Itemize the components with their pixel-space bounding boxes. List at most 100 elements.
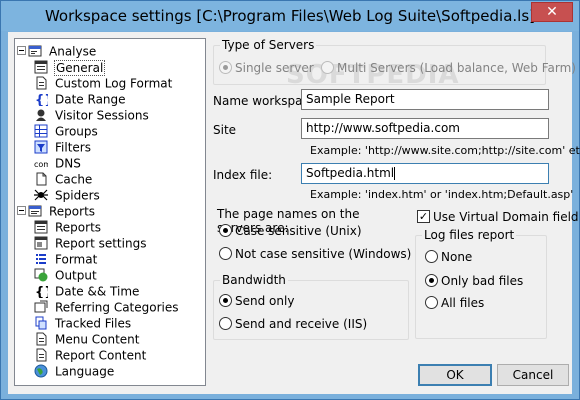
log-only-bad-files-radio[interactable]: Only bad files: [425, 273, 523, 289]
tree-item-visitor-sessions[interactable]: Visitor Sessions: [34, 107, 149, 123]
index-file-value: Softpedia.html: [306, 166, 395, 180]
tree-item-report-content[interactable]: Report Content: [34, 347, 146, 363]
tree-item-label: DNS: [55, 156, 81, 171]
menu-content-icon: [34, 332, 48, 346]
tree-item-report-settings[interactable]: Report settings: [34, 235, 146, 251]
tree-item-label: Cache: [55, 172, 93, 187]
dialog-client-area: Analyse General Custom Log Format {} Date…: [8, 32, 580, 394]
index-file-label: Index file:: [213, 168, 273, 182]
groups-icon: [34, 124, 48, 138]
tree-item-label: Groups: [55, 124, 98, 139]
tracked-files-icon: [34, 316, 48, 330]
language-icon: [34, 364, 48, 378]
referring-categories-icon: [34, 300, 48, 314]
index-file-input[interactable]: Softpedia.html: [301, 163, 549, 184]
case-sensitive-radio[interactable]: Case sensitive (Unix): [219, 223, 362, 239]
tree-item-custom-log-format[interactable]: Custom Log Format: [34, 75, 172, 91]
checkmark-icon: ✓: [417, 210, 430, 223]
window-title: Workspace settings [C:\Program Files\Web…: [44, 7, 536, 25]
bandwidth-title: Bandwidth: [220, 273, 288, 287]
tree-item-language[interactable]: Language: [34, 363, 114, 379]
report-settings-icon: [34, 236, 48, 250]
text-caret: [394, 167, 396, 180]
settings-tree[interactable]: Analyse General Custom Log Format {} Date…: [14, 38, 206, 386]
tree-item-referring-categories[interactable]: Referring Categories: [34, 299, 179, 315]
tree-item-label: Date && Time: [55, 284, 140, 299]
tree-item-groups[interactable]: Groups: [34, 123, 98, 139]
index-example-text: Example: 'index.htm' or 'index.htm;Defau…: [310, 188, 574, 201]
svg-text:com: com: [34, 160, 48, 169]
title-bar[interactable]: Workspace settings [C:\Program Files\Web…: [1, 1, 579, 31]
collapse-analyse-icon[interactable]: [17, 46, 26, 55]
date-range-icon: {}: [34, 92, 54, 108]
single-server-radio[interactable]: Single server: [219, 60, 314, 76]
tree-item-label: Spiders: [55, 188, 100, 203]
tree-item-reports[interactable]: Reports: [34, 219, 101, 235]
custom-log-format-icon: [34, 76, 48, 90]
tree-group-label: Reports: [49, 204, 96, 219]
tree-item-dns[interactable]: com DNS: [34, 155, 81, 171]
tree-item-label: Custom Log Format: [55, 76, 173, 91]
svg-text:{}: {}: [35, 93, 48, 106]
reports-group-icon: [28, 204, 42, 218]
tree-item-label: Referring Categories: [55, 300, 179, 315]
collapse-reports-icon[interactable]: [17, 206, 26, 215]
tree-item-label: Reports: [55, 220, 102, 235]
tree-item-label: Date Range: [55, 92, 126, 107]
tree-item-spiders[interactable]: Spiders: [34, 187, 100, 203]
send-only-radio[interactable]: Send only: [219, 293, 294, 309]
format-icon: [34, 252, 48, 266]
tree-item-label: Filters: [55, 140, 91, 155]
site-example-text: Example: 'http://www.site.com;http://sit…: [310, 144, 580, 157]
tree-item-label: Language: [55, 364, 115, 379]
cancel-button[interactable]: Cancel: [497, 364, 569, 386]
name-workspace-input[interactable]: Sample Report: [301, 89, 549, 110]
site-input[interactable]: http://www.softpedia.com: [301, 118, 549, 139]
tree-item-output[interactable]: Output: [34, 267, 97, 283]
cache-icon: [34, 172, 48, 186]
reports-icon: [34, 220, 48, 234]
tree-item-date-time[interactable]: {} Date && Time: [34, 283, 140, 300]
svg-text:{}: {}: [35, 285, 48, 298]
tree-item-label: Tracked Files: [55, 316, 132, 331]
report-content-icon: [34, 348, 48, 362]
tree-item-label: Visitor Sessions: [55, 108, 149, 123]
use-virtual-domain-checkbox[interactable]: ✓ Use Virtual Domain field: [417, 209, 579, 225]
log-files-report-title: Log files report: [422, 228, 517, 242]
general-icon: [34, 60, 48, 74]
tree-group-analyse[interactable]: Analyse: [17, 43, 96, 59]
close-button[interactable]: ✕: [531, 2, 573, 22]
tree-item-label: Output: [55, 268, 97, 283]
tree-item-menu-content[interactable]: Menu Content: [34, 331, 140, 347]
tree-item-label: Format: [55, 252, 98, 267]
tree-item-label: Menu Content: [55, 332, 140, 347]
ok-button[interactable]: OK: [418, 364, 492, 386]
close-icon: ✕: [546, 4, 558, 20]
log-all-files-radio[interactable]: All files: [425, 295, 484, 311]
tree-item-tracked-files[interactable]: Tracked Files: [34, 315, 131, 331]
filters-icon: [34, 140, 48, 154]
tree-group-reports[interactable]: Reports: [17, 203, 95, 219]
tree-item-date-range[interactable]: {} Date Range: [34, 91, 126, 108]
tree-item-cache[interactable]: Cache: [34, 171, 92, 187]
type-of-servers-title: Type of Servers: [220, 38, 317, 52]
not-case-sensitive-radio[interactable]: Not case sensitive (Windows): [219, 246, 411, 262]
tree-item-general[interactable]: General: [34, 59, 106, 76]
date-time-icon: {}: [34, 284, 54, 300]
visitor-sessions-icon: [34, 108, 48, 122]
tree-group-label: Analyse: [49, 44, 97, 59]
dns-icon: com: [34, 156, 51, 170]
tree-item-label: Report settings: [55, 236, 147, 251]
tree-item-format[interactable]: Format: [34, 251, 97, 267]
site-label: Site: [213, 123, 237, 137]
log-none-radio[interactable]: None: [425, 249, 472, 265]
output-icon: [34, 268, 48, 282]
workspace-settings-window: Workspace settings [C:\Program Files\Web…: [0, 0, 580, 400]
send-and-receive-radio[interactable]: Send and receive (IIS): [219, 316, 367, 332]
multi-servers-radio[interactable]: Multi Servers (Load balance, Web Farm): [321, 60, 576, 76]
spiders-icon: [34, 188, 48, 202]
tree-item-filters[interactable]: Filters: [34, 139, 91, 155]
analyse-icon: [28, 44, 42, 58]
tree-item-label: General: [53, 59, 106, 76]
tree-item-label: Report Content: [55, 348, 147, 363]
